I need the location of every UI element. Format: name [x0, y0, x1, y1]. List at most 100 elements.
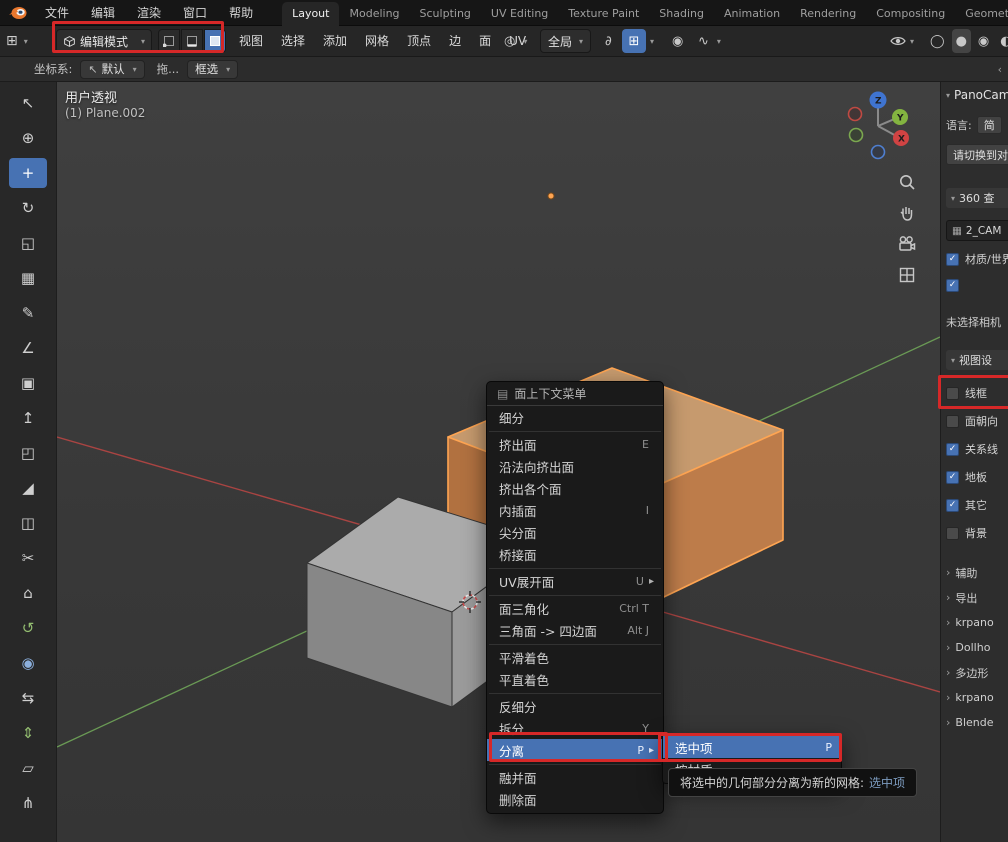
panel-checkbox-row[interactable]: ✓ 背景 [946, 524, 987, 542]
orientation-default-dropdown[interactable]: ↖ 默认 ▾ [80, 60, 144, 79]
context-menu-item[interactable]: 拆分 Y [487, 717, 663, 739]
tool-button[interactable]: + [9, 158, 47, 188]
workspace-tab[interactable]: Shading [649, 2, 714, 26]
context-menu-item[interactable]: 分离 P ▸ [487, 739, 663, 761]
workspace-tab[interactable]: Compositing [866, 2, 955, 26]
checkbox[interactable]: ✓ [946, 471, 959, 484]
context-menu-item[interactable]: UV展开面 U ▸ [487, 570, 663, 592]
ortho-grid-icon[interactable] [897, 265, 917, 285]
visibility-dropdown[interactable]: ▾ [890, 29, 914, 53]
collapsed-section-header[interactable]: › 导出 [946, 585, 977, 610]
workspace-tab[interactable]: Animation [714, 2, 790, 26]
context-menu-item[interactable]: 面三角化 Ctrl T [487, 597, 663, 619]
workspace-tab[interactable]: Sculpting [410, 2, 481, 26]
context-menu-item[interactable]: 平滑着色 [487, 646, 663, 668]
navigation-gizmo[interactable]: Z Y X [842, 86, 922, 166]
select-mode-edge-button[interactable] [181, 29, 203, 53]
topbar-menu-item[interactable]: 帮助 [218, 0, 264, 26]
shading-rendered-button[interactable]: ◐ [996, 29, 1008, 53]
section-360-header[interactable]: ▾ 360 查 [946, 188, 1008, 208]
checkbox[interactable]: ✓ [946, 279, 959, 292]
context-menu-item[interactable]: 细分 [487, 406, 663, 428]
panel-checkbox-row[interactable]: ✓ 面朝向 [946, 412, 998, 430]
orientation-dropdown[interactable]: 全局 ▾ [540, 29, 591, 53]
workspace-tab[interactable]: Layout [282, 2, 339, 26]
blender-logo-icon[interactable] [8, 5, 28, 21]
snap-target-icon[interactable]: ∂ [601, 29, 616, 53]
context-menu-item[interactable]: 沿法向挤出面 [487, 455, 663, 477]
context-menu-item[interactable]: 尖分面 [487, 521, 663, 543]
workspace-tab[interactable]: Modeling [339, 2, 409, 26]
panel-checkbox-row[interactable]: ✓ 线框 [946, 384, 987, 402]
header-menu-item[interactable]: 顶点 [398, 29, 440, 53]
tool-button[interactable]: ↥ [9, 403, 47, 433]
falloff-dropdown[interactable]: ∿ ▾ [694, 29, 721, 53]
tool-button[interactable]: ↖ [9, 88, 47, 118]
checkbox[interactable]: ✓ [946, 443, 959, 456]
tool-button[interactable]: ✎ [9, 298, 47, 328]
tool-button[interactable]: ▦ [9, 263, 47, 293]
material-world-checkbox-row[interactable]: ✓ 材质/世界 [946, 250, 1008, 268]
gizmo-neg-x[interactable] [849, 108, 862, 121]
submenu-item[interactable]: 选中项 P [663, 736, 841, 758]
topbar-menu-item[interactable]: 渲染 [126, 0, 172, 26]
collapsed-section-header[interactable]: › krpano [946, 610, 994, 635]
collapsed-section-header[interactable]: › Dollho [946, 635, 990, 660]
header-menu-item[interactable]: 选择 [272, 29, 314, 53]
header-menu-item[interactable]: 添加 [314, 29, 356, 53]
context-menu-item[interactable]: 内插面 I [487, 499, 663, 521]
context-menu-item[interactable]: 挤出各个面 [487, 477, 663, 499]
header-menu-item[interactable]: 网格 [356, 29, 398, 53]
shading-material-button[interactable]: ◉ [974, 29, 993, 53]
gizmo-neg-y[interactable] [850, 129, 863, 142]
header-menu-item[interactable]: 面 [470, 29, 500, 53]
tool-button[interactable]: ✂ [9, 543, 47, 573]
panel-checkbox-row[interactable]: ✓ 地板 [946, 468, 987, 486]
tool-button[interactable]: ◉ [9, 648, 47, 678]
collapsed-section-header[interactable]: › krpano [946, 685, 994, 710]
collapsed-section-header[interactable]: › Blende [946, 710, 994, 735]
tool-button[interactable]: ◱ [9, 228, 47, 258]
checkbox[interactable]: ✓ [946, 387, 959, 400]
pan-hand-icon[interactable] [897, 203, 917, 223]
context-menu-item[interactable]: 三角面 -> 四边面 Alt J [487, 619, 663, 641]
context-menu-item[interactable]: 挤出面 E [487, 433, 663, 455]
header-menu-item[interactable]: 边 [440, 29, 470, 53]
select-mode-vertex-button[interactable] [158, 29, 180, 53]
section-viewport-header[interactable]: ▾ 视图设 [946, 350, 1008, 370]
editor-type-button[interactable]: ⊞ ▾ [6, 29, 28, 53]
workspace-tab[interactable]: UV Editing [481, 2, 558, 26]
panel-header[interactable]: ▾ PanoCam [946, 88, 1008, 102]
tool-button[interactable]: ↻ [9, 193, 47, 223]
camera-view-icon[interactable] [897, 234, 917, 254]
header-menu-item[interactable]: 视图 [230, 29, 272, 53]
context-menu-item[interactable]: 桥接面 [487, 543, 663, 565]
collapsed-section-header[interactable]: › 多边形 [946, 660, 988, 685]
zoom-icon[interactable] [897, 172, 917, 192]
box-select-dropdown[interactable]: 框选 ▾ [187, 60, 238, 79]
workspace-tab[interactable]: Rendering [790, 2, 866, 26]
panel-checkbox-row[interactable]: ✓ 关系线 [946, 440, 998, 458]
camera-select-dropdown[interactable]: ▦ 2_CAM [946, 220, 1008, 241]
lone-checkbox-row[interactable]: ✓ [946, 276, 1008, 294]
tool-button[interactable]: ▣ [9, 368, 47, 398]
language-button[interactable]: 简 [977, 116, 1002, 134]
tool-button[interactable]: ⊕ [9, 123, 47, 153]
snap-toggle-button[interactable]: ⊞ ▾ [622, 29, 654, 53]
tool-button[interactable]: ▱ [9, 753, 47, 783]
checkbox[interactable]: ✓ [946, 499, 959, 512]
proportional-editing-toggle[interactable]: ◉ [668, 29, 687, 53]
shading-wireframe-button[interactable]: ◯ [926, 29, 949, 53]
mode-dropdown[interactable]: 编辑模式 ▾ [56, 29, 152, 53]
tool-button[interactable]: ◫ [9, 508, 47, 538]
tool-button[interactable]: ⇕ [9, 718, 47, 748]
checkbox[interactable]: ✓ [946, 527, 959, 540]
pivot-point-button[interactable]: ◎ ▾ [500, 29, 527, 53]
topbar-menu-item[interactable]: 文件 [34, 0, 80, 26]
checkbox[interactable]: ✓ [946, 253, 959, 266]
tool-button[interactable]: ◰ [9, 438, 47, 468]
tool-button[interactable]: ∠ [9, 333, 47, 363]
panel-collapse-handle[interactable]: ‹ [998, 63, 1002, 76]
topbar-menu-item[interactable]: 编辑 [80, 0, 126, 26]
topbar-menu-item[interactable]: 窗口 [172, 0, 218, 26]
